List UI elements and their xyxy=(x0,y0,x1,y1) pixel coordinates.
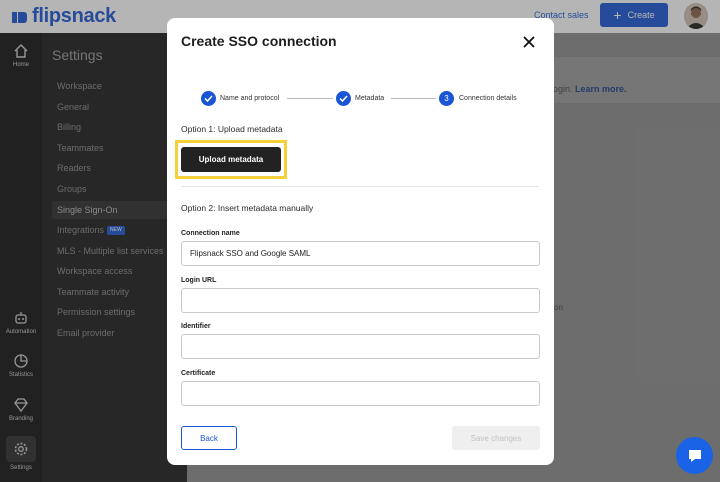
step-connector xyxy=(391,98,436,99)
step-3-number: 3 xyxy=(439,91,454,106)
option-1-title: Option 1: Upload metadata xyxy=(181,124,283,134)
step-3-label: Connection details xyxy=(459,95,517,102)
back-button[interactable]: Back xyxy=(181,426,237,450)
identifier-label: Identifier xyxy=(181,323,211,330)
step-connector xyxy=(287,98,333,99)
stepper: Name and protocol Metadata 3 Connection … xyxy=(201,91,531,107)
divider xyxy=(181,186,539,187)
step-1-check-icon xyxy=(201,91,216,106)
close-icon[interactable] xyxy=(523,36,535,48)
step-2-check-icon xyxy=(336,91,351,106)
step-2-label: Metadata xyxy=(355,95,385,102)
option-2-title: Option 2: Insert metadata manually xyxy=(181,203,314,213)
chat-bubble-icon xyxy=(688,449,701,462)
chat-support-button[interactable] xyxy=(676,437,713,474)
create-sso-modal: Create SSO connection Name and protocol … xyxy=(167,18,554,465)
certificate-input[interactable] xyxy=(181,381,540,406)
connection-name-input[interactable]: Flipsnack SSO and Google SAML xyxy=(181,241,540,266)
login-url-label: Login URL xyxy=(181,277,217,284)
step-1-label: Name and protocol xyxy=(220,95,280,102)
certificate-label: Certificate xyxy=(181,370,216,377)
identifier-input[interactable] xyxy=(181,334,540,359)
modal-title: Create SSO connection xyxy=(181,33,337,49)
save-changes-button[interactable]: Save changes xyxy=(452,426,540,450)
connection-name-label: Connection name xyxy=(181,230,240,237)
upload-metadata-button[interactable]: Upload metadata xyxy=(181,147,281,172)
login-url-input[interactable] xyxy=(181,288,540,313)
